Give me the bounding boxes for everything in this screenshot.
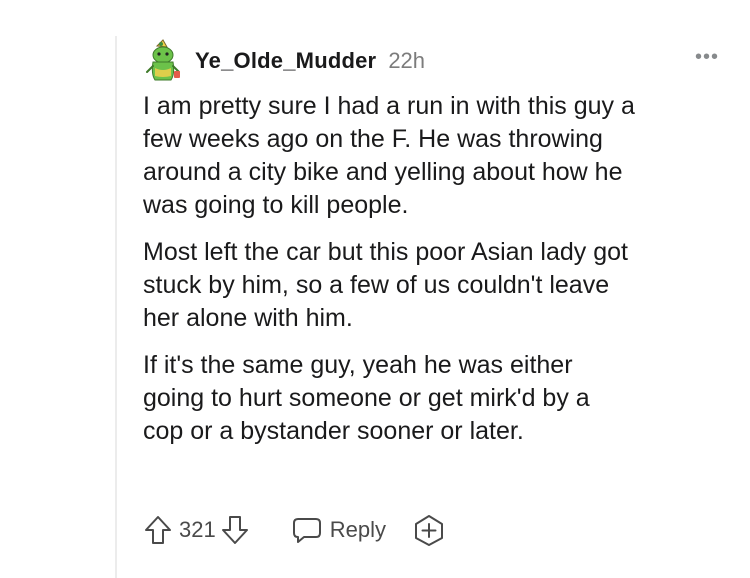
thread-line[interactable]: [115, 36, 117, 578]
comment-paragraph-3: If it's the same guy, yeah he was either…: [143, 351, 590, 445]
comment-paragraph-1: I am pretty sure I had a run in with thi…: [143, 92, 635, 219]
comment-age: 22h: [388, 48, 426, 73]
comment-header: Ye_Olde_Mudder 22h •••: [143, 36, 733, 86]
vote-count: 321: [179, 517, 216, 542]
downvote-arrow-icon[interactable]: [220, 514, 250, 546]
reply-button[interactable]: Reply: [292, 516, 386, 544]
comment-body: I am pretty sure I had a run in with thi…: [143, 90, 733, 448]
upvote-arrow-icon[interactable]: [143, 514, 173, 546]
reply-label: Reply: [329, 517, 386, 542]
comment-paragraph-2: Most left the car but this poor Asian la…: [143, 238, 628, 332]
speech-bubble-icon: [292, 516, 322, 544]
comment-actions: 321 Reply: [143, 510, 446, 550]
username[interactable]: Ye_Olde_Mudder: [195, 48, 376, 74]
award-plus-icon[interactable]: [412, 514, 446, 546]
comment: Ye_Olde_Mudder 22h ••• I am pretty sure …: [143, 36, 733, 462]
more-options-icon[interactable]: •••: [695, 46, 719, 69]
snoo-avatar-icon[interactable]: [143, 38, 183, 84]
